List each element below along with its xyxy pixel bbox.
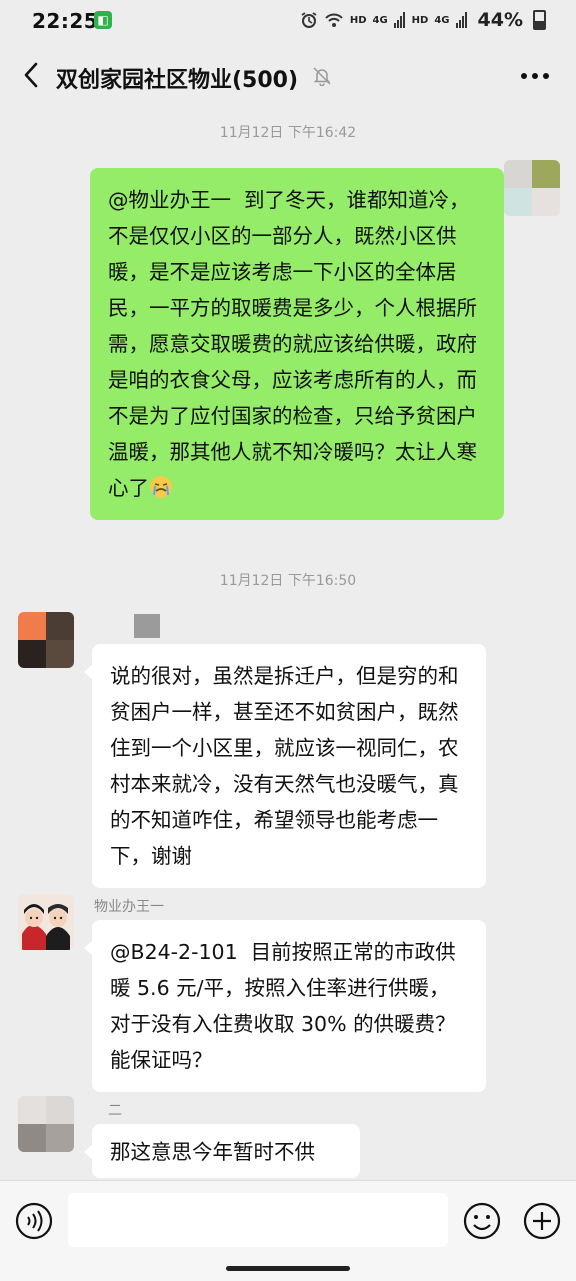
signal-icon-2	[455, 12, 467, 28]
sender-name: 物业办王一	[94, 899, 164, 915]
gesture-bar[interactable]	[226, 1266, 350, 1271]
message-text: @物业办王一 到了冬天，谁都知道冷，不是仅仅小区的一部分人，既然小区供暖，是不是…	[108, 188, 477, 500]
message-bubble-other[interactable]: @B24-2-101 目前按照正常的市政供暖 5.6 元/平，按照入住率进行供暖…	[84, 920, 486, 1092]
signal-label-1: 4G	[372, 14, 388, 26]
hd-label-2: HD	[411, 14, 429, 26]
signal-label-2: 4G	[434, 14, 450, 26]
message-text: 说的很对，虽然是拆迁户，但是穷的和贫困户一样，甚至还不如贫困户，既然住到一个小区…	[110, 664, 459, 868]
message-text: 那这意思今年暂时不供	[110, 1140, 315, 1164]
message-bubble-other[interactable]: 说的很对，虽然是拆迁户，但是穷的和贫困户一样，甚至还不如贫困户，既然住到一个小区…	[84, 644, 486, 888]
message-input[interactable]	[68, 1193, 448, 1247]
message-text: @B24-2-101 目前按照正常的市政供暖 5.6 元/平，按照入住率进行供暖…	[110, 940, 456, 1072]
status-time: 22:25	[32, 9, 99, 33]
status-icons: HD 4G HD 4G 44%	[300, 9, 546, 31]
app-notification-icon: ◧	[94, 11, 112, 29]
avatar[interactable]	[18, 894, 74, 950]
plus-icon[interactable]	[522, 1201, 562, 1241]
more-dots-icon[interactable]	[520, 66, 550, 86]
chat-title: 双创家园社区物业(500)	[56, 68, 299, 93]
sender-name: 二	[108, 1103, 122, 1119]
battery-icon	[533, 10, 546, 30]
chat-header: 双创家园社区物业(500)	[0, 44, 576, 108]
bell-off-icon	[313, 67, 331, 86]
avatar[interactable]	[18, 1096, 74, 1152]
chevron-left-icon[interactable]	[18, 58, 44, 92]
cartoon-couple-avatar	[18, 894, 74, 950]
wifi-icon	[325, 13, 343, 27]
message-bubble-other[interactable]: 那这意思今年暂时不供	[84, 1124, 360, 1178]
timestamp: 11月12日 下午16:50	[219, 573, 357, 589]
avatar[interactable]	[18, 612, 74, 668]
voice-icon[interactable]	[14, 1201, 54, 1241]
hd-label-1: HD	[349, 14, 367, 26]
message-bubble-self[interactable]: @物业办王一 到了冬天，谁都知道冷，不是仅仅小区的一部分人，既然小区供暖，是不是…	[90, 168, 512, 520]
avatar[interactable]	[504, 160, 560, 216]
sender-name-blurred	[134, 614, 160, 638]
signal-icon-1	[393, 12, 405, 28]
emoji-icon[interactable]	[462, 1201, 502, 1241]
alarm-icon	[301, 12, 317, 28]
status-bar: 22:25 ◧ HD 4G HD 4G 44%	[0, 0, 576, 44]
crying-face-icon	[150, 476, 172, 498]
battery-percent: 44%	[477, 9, 523, 31]
timestamp: 11月12日 下午16:42	[219, 125, 357, 141]
